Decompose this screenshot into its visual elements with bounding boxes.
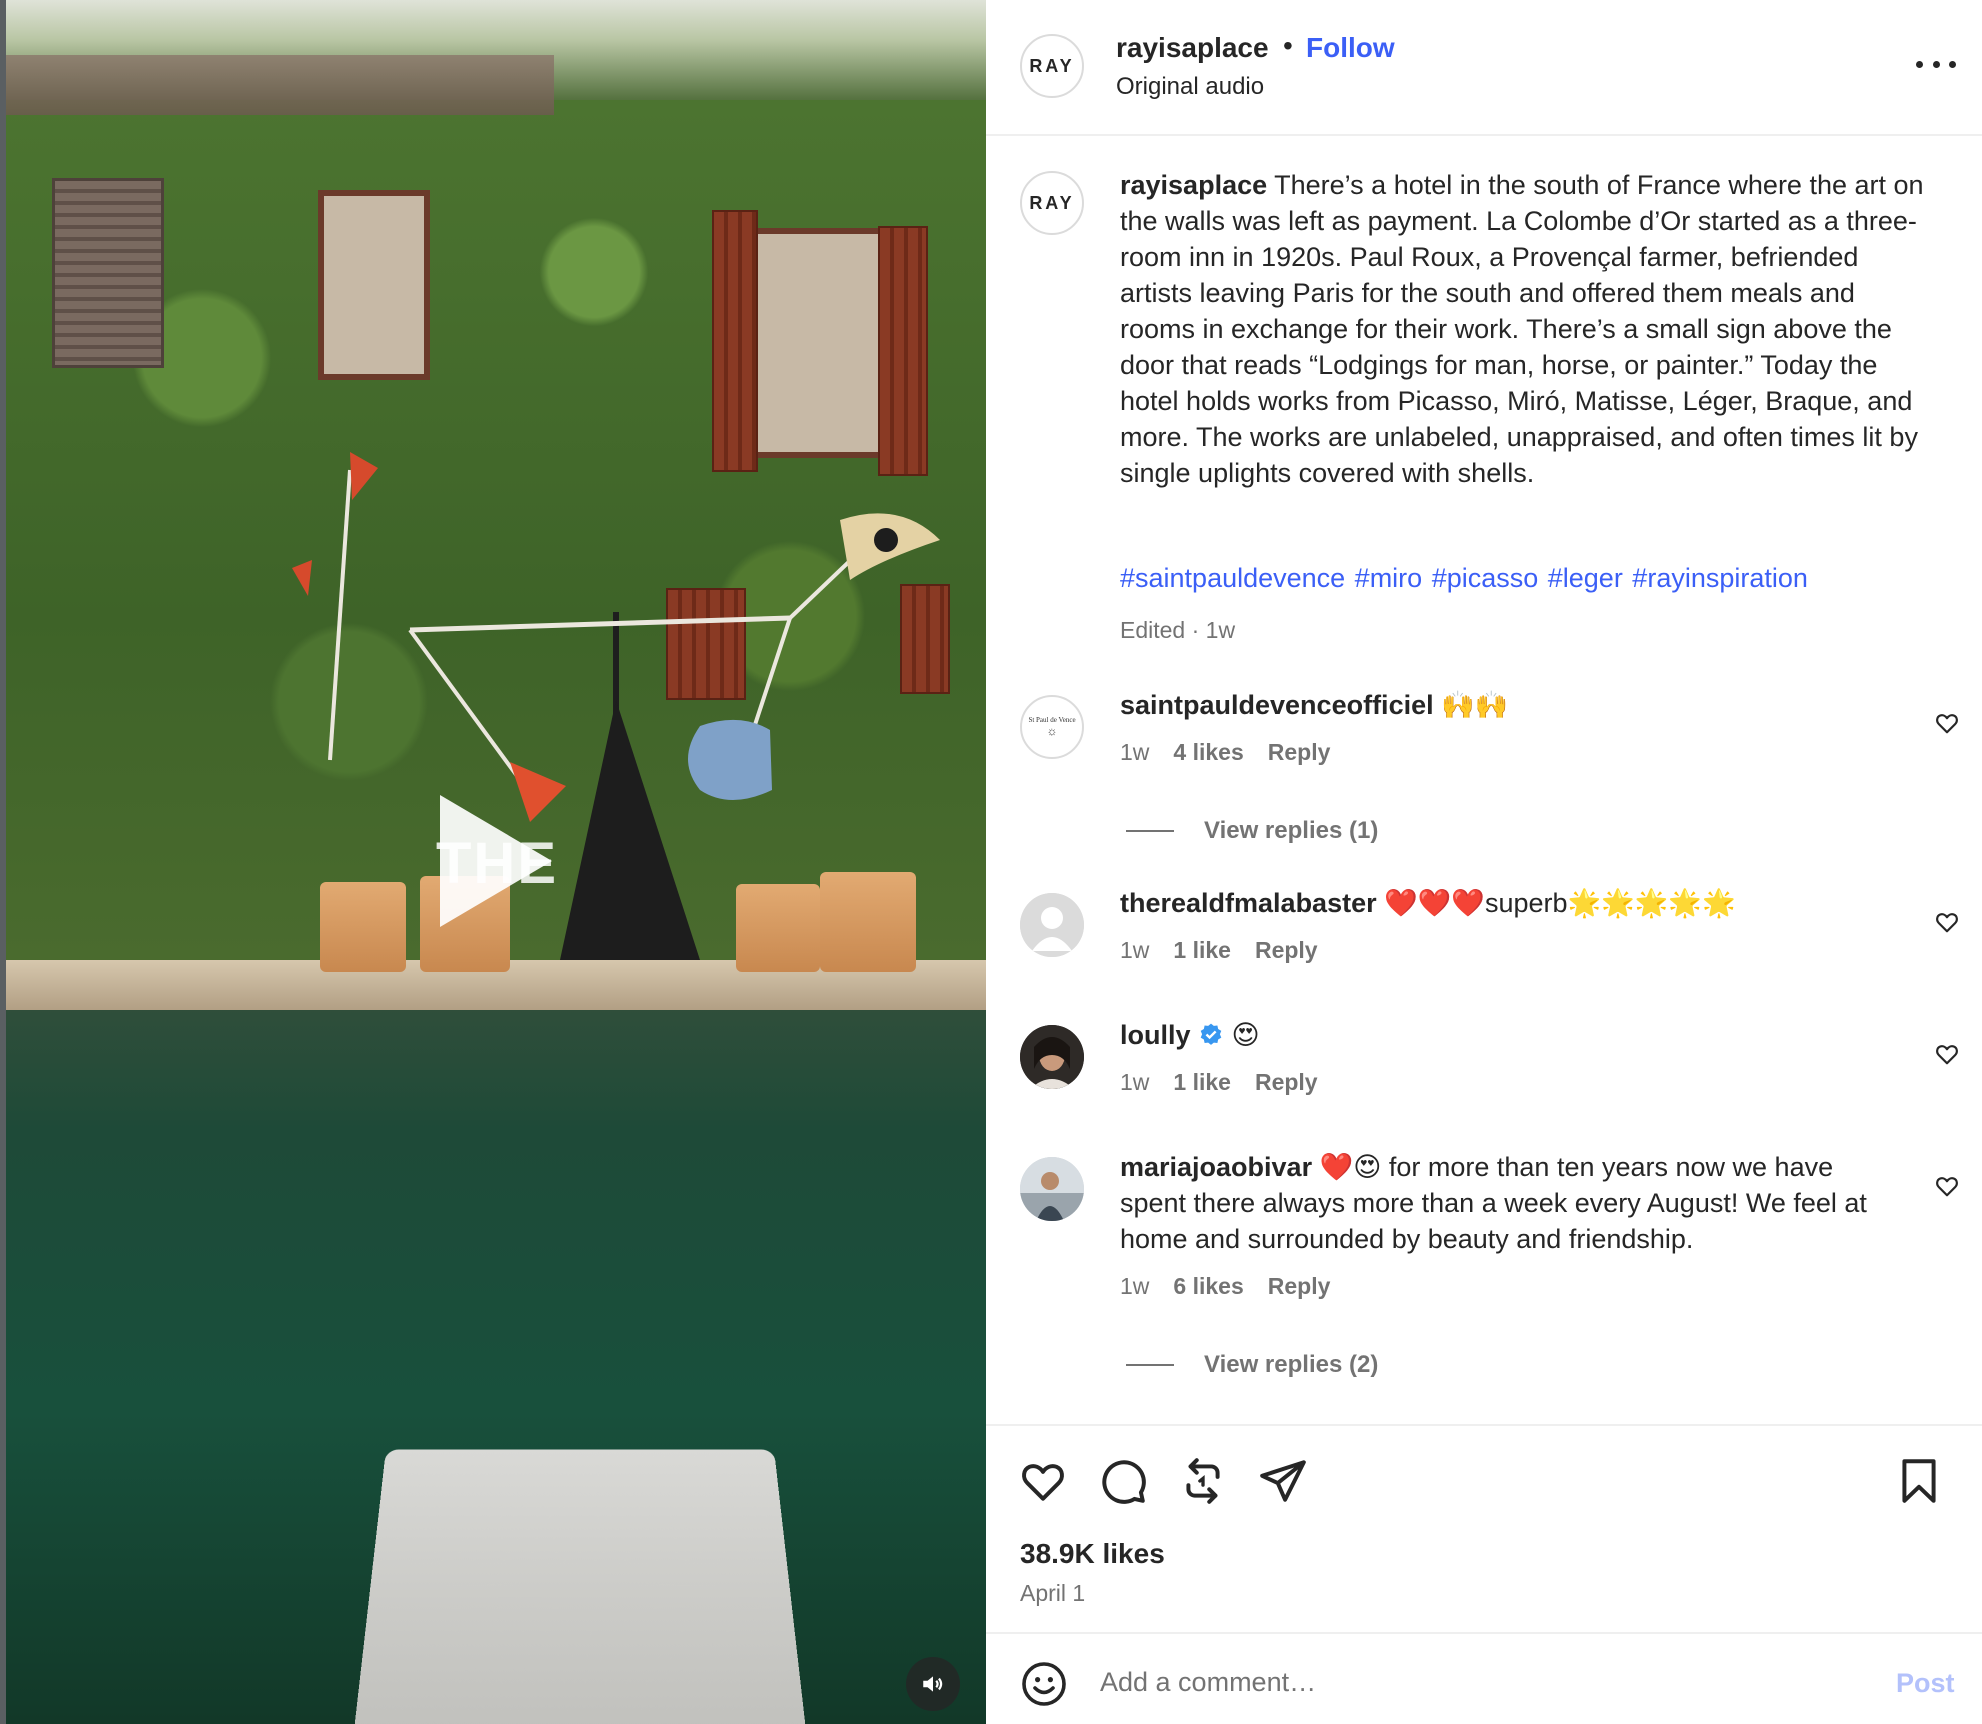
author-username[interactable]: rayisaplace <box>1116 32 1269 64</box>
comment-likes[interactable]: 6 likes <box>1173 1273 1243 1300</box>
post-actions: 38.9K likes April 1 <box>986 1424 1982 1634</box>
reply-button[interactable]: Reply <box>1255 937 1318 964</box>
comment-username[interactable]: therealdfmalabaster <box>1120 888 1377 918</box>
avatar-text: RAY <box>1029 192 1075 213</box>
caption-edited-time: Edited · 1w <box>1120 617 1236 643</box>
view-replies-label: View replies (2) <box>1204 1351 1379 1378</box>
comment-avatar[interactable] <box>1020 1025 1084 1089</box>
bookmark-icon[interactable] <box>1894 1456 1944 1506</box>
comment-composer: Post <box>986 1632 1982 1724</box>
comment-avatar[interactable] <box>1020 1157 1084 1221</box>
follow-button[interactable]: Follow <box>1306 32 1395 64</box>
comment-text: ❤️❤️❤️superb🌟🌟🌟🌟🌟 <box>1384 888 1736 918</box>
reply-button[interactable]: Reply <box>1268 739 1331 766</box>
comment-avatar[interactable] <box>1020 893 1084 957</box>
heart-icon[interactable] <box>1934 1041 1960 1067</box>
comment-meta: 1w 4 likes Reply <box>1120 739 1330 766</box>
post-details-panel: RAY rayisaplace • Follow Original audio … <box>986 0 1982 1724</box>
comment-username[interactable]: loully <box>1120 1020 1191 1050</box>
verified-badge-icon <box>1200 1023 1222 1045</box>
caption-text: There’s a hotel in the south of France w… <box>1120 170 1924 488</box>
more-dot <box>1916 60 1923 68</box>
video-scene-edge <box>0 0 6 1724</box>
comment-time: 1w <box>1120 1273 1150 1299</box>
comment-meta: 1w 6 likes Reply <box>1120 1273 1330 1300</box>
comment-body: therealdfmalabaster ❤️❤️❤️superb🌟🌟🌟🌟🌟 <box>1120 885 1890 921</box>
comment-time: 1w <box>1120 739 1150 765</box>
post-video[interactable]: THE <box>0 0 986 1724</box>
comment-input[interactable] <box>1100 1658 1800 1706</box>
comment-body: saintpauldevenceofficiel 🙌🙌 <box>1120 687 1890 723</box>
comment-time: 1w <box>1120 1069 1150 1095</box>
avatar-text: St Paul de Vence <box>1028 716 1076 724</box>
comment-avatar[interactable]: St Paul de Vence ☼ <box>1020 695 1084 759</box>
replies-line <box>1126 830 1174 832</box>
more-dot <box>1949 60 1956 68</box>
reply-button[interactable]: Reply <box>1268 1273 1331 1300</box>
comment-meta: 1w 1 like Reply <box>1120 1069 1318 1096</box>
caption: rayisaplace There’s a hotel in the south… <box>1120 167 1930 491</box>
comments-list[interactable]: RAY rayisaplace There’s a hotel in the s… <box>986 137 1982 1423</box>
comment-likes[interactable]: 4 likes <box>1173 739 1243 766</box>
post-button[interactable]: Post <box>1896 1668 1955 1699</box>
view-replies-label: View replies (1) <box>1204 817 1379 844</box>
reply-button[interactable]: Reply <box>1255 1069 1318 1096</box>
audio-label[interactable]: Original audio <box>1116 73 1264 101</box>
heart-icon[interactable] <box>1934 1173 1960 1199</box>
comment-body: loully 😍 <box>1120 1017 1890 1053</box>
more-options-icon[interactable] <box>1916 52 1956 76</box>
separator-dot: • <box>1283 30 1293 61</box>
heart-icon[interactable] <box>1018 1456 1068 1506</box>
video-overlay-text: THE <box>436 831 558 896</box>
comment-meta: 1w 1 like Reply <box>1120 937 1318 964</box>
user-photo <box>1020 1025 1084 1089</box>
avatar[interactable]: RAY <box>1020 34 1084 98</box>
view-replies-button[interactable]: View replies (1) <box>1126 817 1378 845</box>
caption-hashtags[interactable]: #saintpauldevence #miro #picasso #leger … <box>1120 563 1808 594</box>
comment-time: 1w <box>1120 937 1150 963</box>
send-icon[interactable] <box>1258 1456 1308 1506</box>
likes-count[interactable]: 38.9K likes <box>1020 1538 1165 1570</box>
comment-username[interactable]: mariajoaobivar <box>1120 1152 1312 1182</box>
comment-likes[interactable]: 1 like <box>1173 1069 1231 1096</box>
comment-likes[interactable]: 1 like <box>1173 937 1231 964</box>
comment-body: mariajoaobivar ❤️😍 for more than ten yea… <box>1120 1149 1890 1257</box>
default-avatar-icon <box>1020 893 1084 957</box>
avatar-text: RAY <box>1029 55 1075 76</box>
comment-username[interactable]: saintpauldevenceofficiel <box>1120 690 1434 720</box>
caption-username[interactable]: rayisaplace <box>1120 170 1267 200</box>
sun-icon: ☼ <box>1046 724 1058 738</box>
heart-icon[interactable] <box>1934 909 1960 935</box>
user-photo <box>1020 1157 1084 1221</box>
caption-avatar[interactable]: RAY <box>1020 171 1084 235</box>
post-date: April 1 <box>1020 1580 1086 1606</box>
repost-icon[interactable] <box>1178 1456 1228 1506</box>
sound-toggle-button[interactable] <box>906 1657 960 1711</box>
comment-text: 😍 <box>1231 1020 1260 1050</box>
speaker-icon <box>923 1676 943 1692</box>
heart-icon[interactable] <box>1934 710 1960 736</box>
comment-text: 🙌🙌 <box>1441 690 1509 720</box>
more-dot <box>1932 60 1940 68</box>
replies-line <box>1126 1364 1174 1366</box>
emoji-icon[interactable] <box>1020 1660 1068 1708</box>
view-replies-button[interactable]: View replies (2) <box>1126 1351 1378 1379</box>
comment-icon[interactable] <box>1098 1456 1148 1506</box>
post-header: RAY rayisaplace • Follow Original audio <box>986 0 1982 136</box>
video-scene-diving-board <box>351 1449 809 1724</box>
